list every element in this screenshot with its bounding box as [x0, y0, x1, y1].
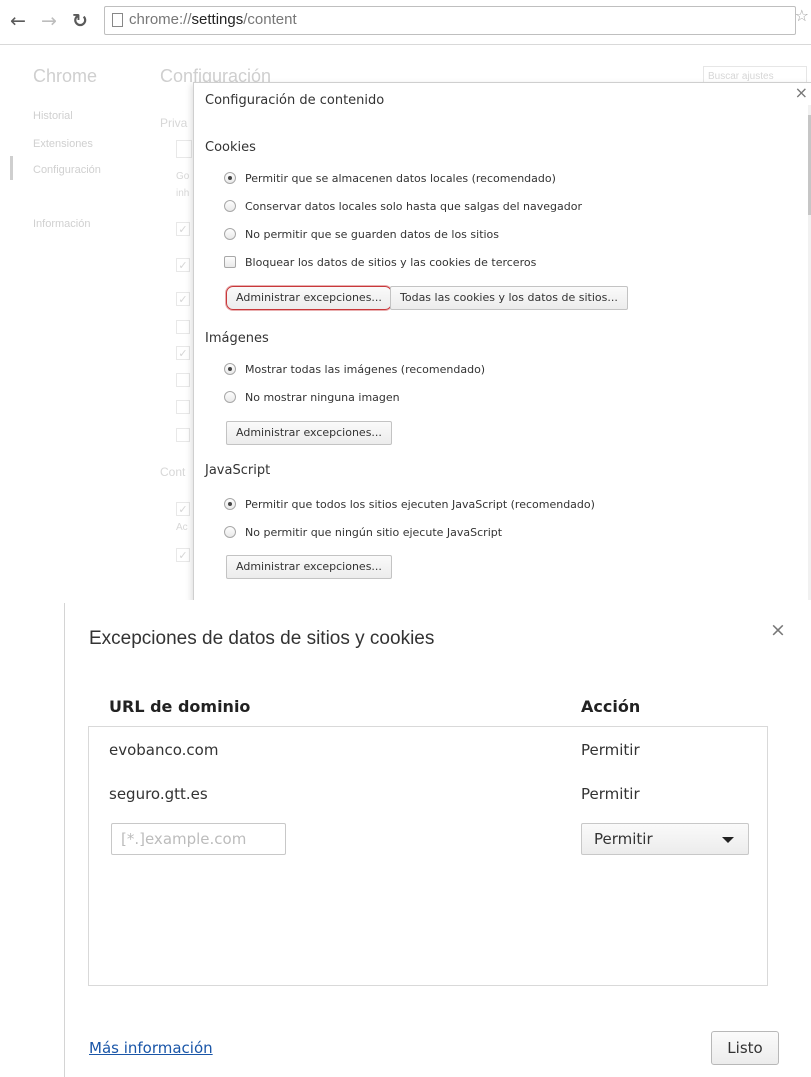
option-label: No permitir que ningún sitio ejecute Jav…: [245, 526, 503, 539]
sidebar-item-settings[interactable]: Configuración: [33, 164, 101, 176]
exception-domain: evobanco.com: [109, 741, 219, 759]
cookie-exceptions-dialog: Excepciones de datos de sitios y cookies…: [64, 603, 811, 1077]
option-label: Bloquear los datos de sitios y las cooki…: [245, 256, 537, 269]
background-checkbox: ✓: [176, 548, 190, 562]
more-info-link[interactable]: Más información: [89, 1039, 213, 1057]
done-button[interactable]: Listo: [711, 1031, 779, 1065]
background-checkbox: [176, 320, 190, 334]
new-domain-input[interactable]: [111, 823, 286, 855]
page-icon: [112, 13, 123, 27]
url-text: chrome://settings/content: [129, 11, 297, 28]
column-header-domain: URL de dominio: [109, 697, 251, 716]
option-label: Mostrar todas las imágenes (recomendado): [245, 363, 486, 376]
exception-action[interactable]: Permitir: [581, 785, 640, 803]
all-cookies-button[interactable]: Todas las cookies y los datos de sitios.…: [390, 286, 628, 310]
sidebar-title: Chrome: [33, 66, 98, 86]
arrow-left-icon[interactable]: ←: [10, 10, 26, 32]
background-section-label: Cont: [160, 465, 186, 479]
dialog-title: Excepciones de datos de sitios y cookies: [89, 628, 435, 649]
background-section-label: Priva: [160, 116, 188, 130]
javascript-heading: JavaScript: [205, 463, 271, 478]
exception-action[interactable]: Permitir: [581, 741, 640, 759]
exceptions-list: evobanco.com Permitir seguro.gtt.es Perm…: [88, 726, 768, 986]
background-checkbox: ✓: [176, 346, 190, 360]
dialog-title: Configuración de contenido: [205, 93, 385, 108]
close-icon[interactable]: ×: [770, 619, 786, 641]
content-settings-screenshot: ← → ↻ chrome://settings/content ☆ Chrome…: [0, 0, 811, 600]
sidebar-item-extensions[interactable]: Extensiones: [33, 138, 93, 150]
option-label: Conservar datos locales solo hasta que s…: [245, 200, 582, 213]
radio-button[interactable]: [224, 391, 236, 403]
close-icon[interactable]: ×: [795, 83, 808, 102]
background-text: Ac: [176, 522, 188, 533]
background-text: Go: [176, 171, 190, 182]
background-checkbox: ✓: [176, 258, 190, 272]
browser-toolbar: ← → ↻ chrome://settings/content ☆: [0, 0, 811, 45]
radio-button[interactable]: [224, 526, 236, 538]
radio-button[interactable]: [224, 200, 236, 212]
star-icon[interactable]: ☆: [795, 6, 809, 25]
content-settings-dialog: Configuración de contenido × Cookies Per…: [193, 82, 811, 600]
option-label: Permitir que todos los sitios ejecuten J…: [245, 498, 595, 511]
javascript-manage-exceptions-button[interactable]: Administrar excepciones...: [226, 555, 392, 579]
sidebar-item-history[interactable]: Historial: [33, 110, 73, 122]
background-checkbox: ✓: [176, 502, 190, 516]
exception-domain: seguro.gtt.es: [109, 785, 208, 803]
background-checkbox: [176, 428, 190, 442]
images-manage-exceptions-button[interactable]: Administrar excepciones...: [226, 421, 392, 445]
radio-button[interactable]: [224, 363, 236, 375]
background-checkbox: [176, 400, 190, 414]
images-heading: Imágenes: [205, 331, 269, 346]
arrow-right-icon[interactable]: →: [41, 10, 57, 32]
radio-button[interactable]: [224, 498, 236, 510]
option-label: Permitir que se almacenen datos locales …: [245, 172, 556, 185]
option-label: No mostrar ninguna imagen: [245, 391, 400, 404]
background-checkbox: ✓: [176, 292, 190, 306]
background-text: inh: [176, 188, 190, 199]
address-bar[interactable]: chrome://settings/content: [104, 6, 796, 35]
cookies-heading: Cookies: [205, 140, 256, 155]
sidebar-item-about[interactable]: Información: [33, 218, 90, 230]
cookies-manage-exceptions-button[interactable]: Administrar excepciones...: [226, 286, 392, 310]
reload-icon[interactable]: ↻: [72, 10, 88, 32]
radio-button[interactable]: [224, 172, 236, 184]
new-action-select[interactable]: Permitir: [581, 823, 749, 855]
column-header-action: Acción: [581, 697, 641, 716]
background-checkbox: ✓: [176, 222, 190, 236]
chevron-down-icon: [722, 837, 734, 843]
checkbox[interactable]: [224, 256, 236, 268]
background-button: [176, 140, 192, 158]
select-value: Permitir: [594, 830, 653, 848]
background-checkbox: [176, 373, 190, 387]
radio-button[interactable]: [224, 228, 236, 240]
option-label: No permitir que se guarden datos de los …: [245, 228, 500, 241]
sidebar-selected-marker: [10, 156, 13, 180]
